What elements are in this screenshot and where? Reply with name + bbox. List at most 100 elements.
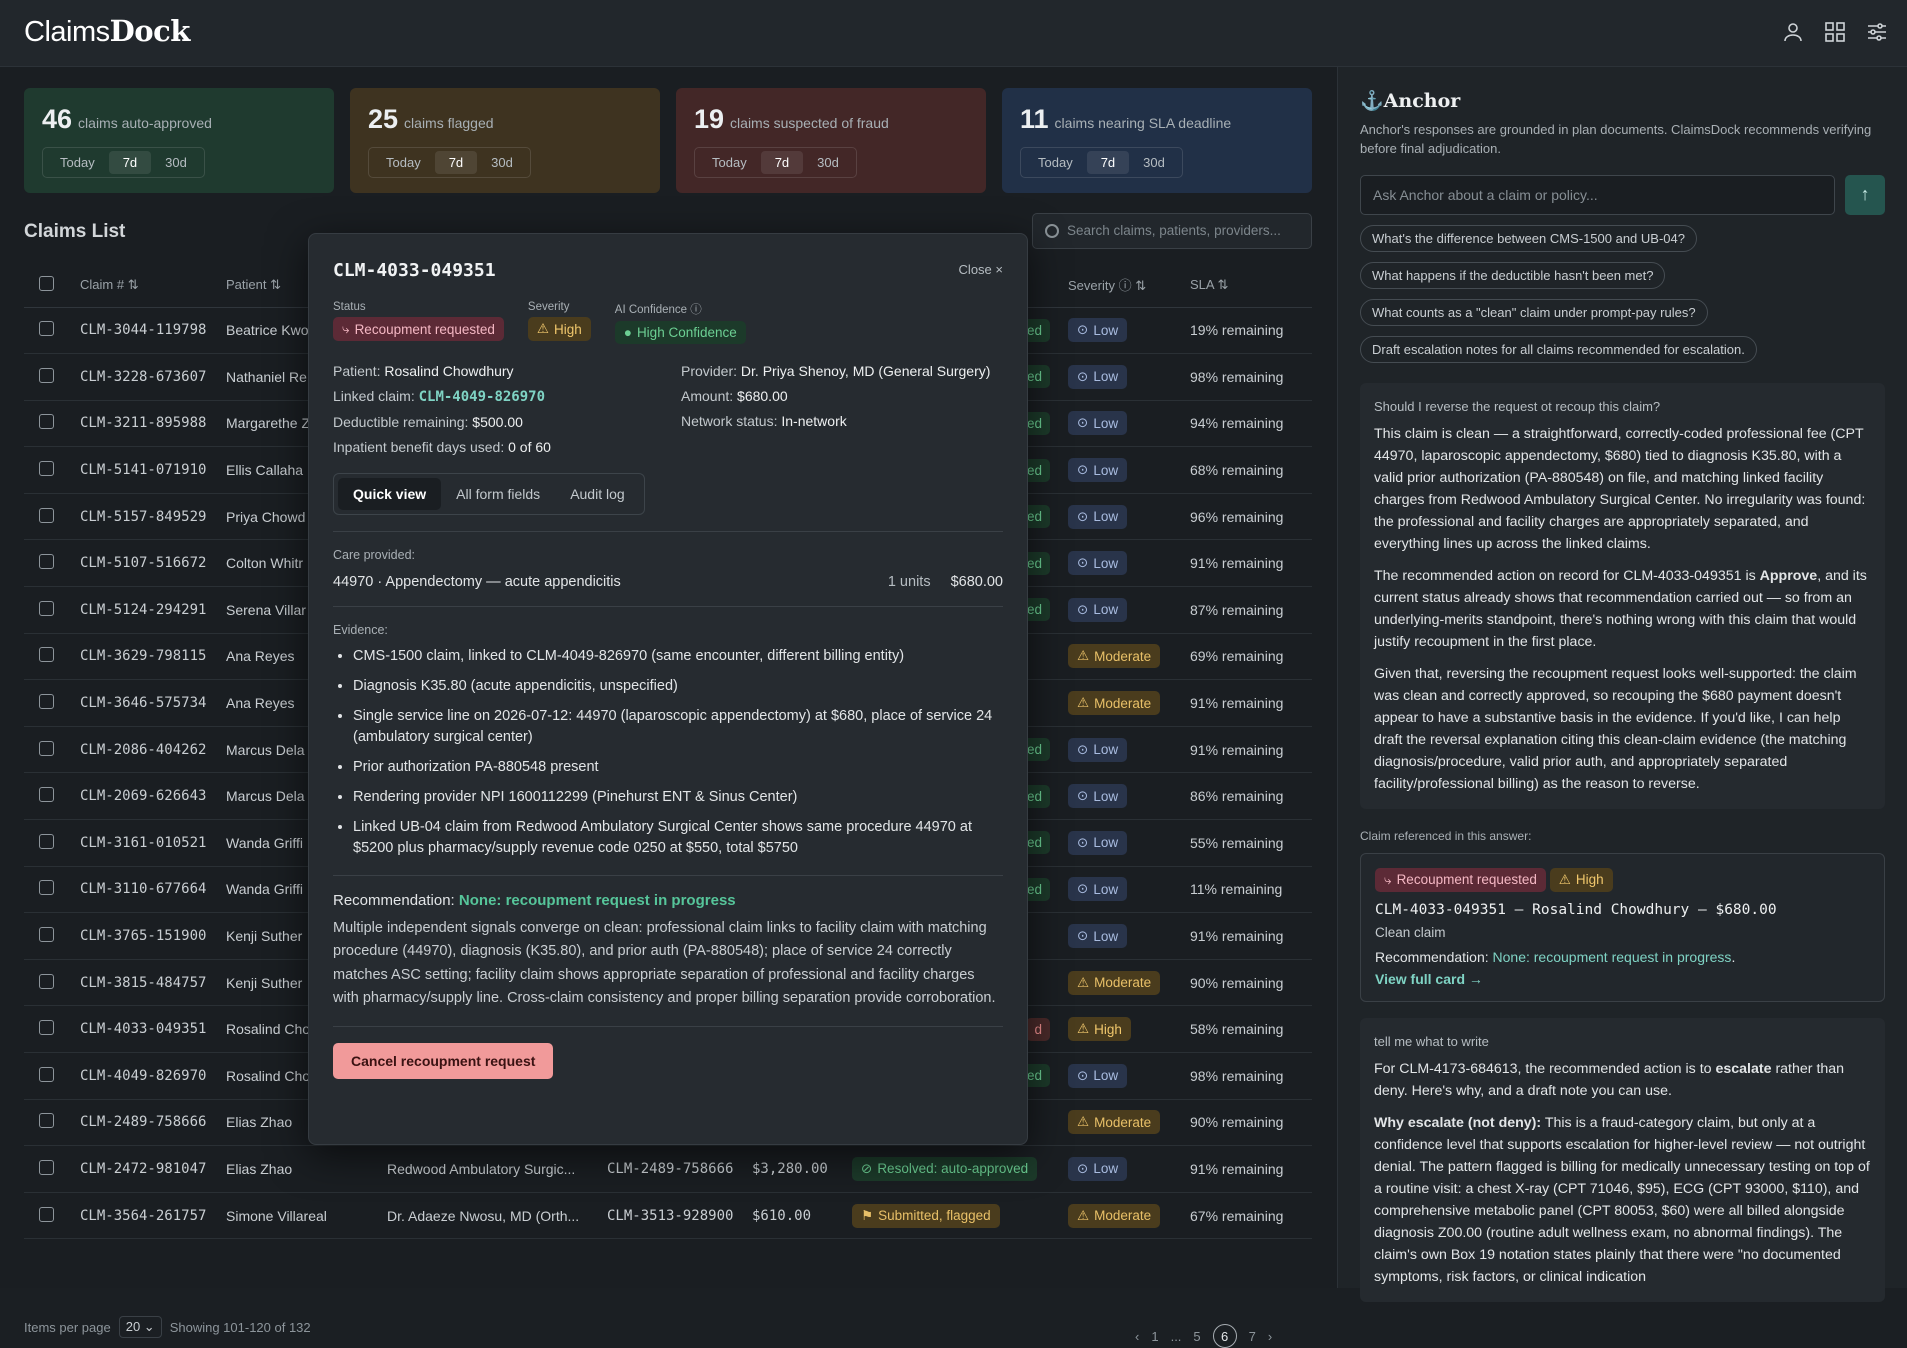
- row-checkbox[interactable]: [39, 1113, 54, 1129]
- claim-id[interactable]: CLM-3228-673607: [80, 353, 226, 401]
- row-checkbox[interactable]: [39, 1159, 54, 1175]
- tab-all-form-fields[interactable]: All form fields: [441, 478, 555, 510]
- row-checkbox[interactable]: [39, 927, 54, 943]
- claim-id[interactable]: CLM-5107-516672: [80, 539, 226, 588]
- range-7d[interactable]: 7d: [760, 151, 804, 174]
- stat-card-sla[interactable]: 11 claims nearing SLA deadline Today 7d 30d: [1002, 88, 1312, 193]
- range-today[interactable]: Today: [46, 151, 109, 174]
- range-30d[interactable]: 30d: [477, 151, 527, 174]
- row-checkbox[interactable]: [39, 880, 54, 896]
- tab-audit-log[interactable]: Audit log: [555, 478, 639, 510]
- row-checkbox[interactable]: [39, 367, 54, 383]
- suggestion-chip[interactable]: What counts as a "clean" claim under pro…: [1360, 298, 1708, 326]
- range-today[interactable]: Today: [698, 151, 761, 174]
- table-row[interactable]: CLM-2472-981047 Elias Zhao Redwood Ambul…: [24, 1145, 1312, 1193]
- row-checkbox[interactable]: [39, 1020, 54, 1036]
- row-checkbox[interactable]: [39, 694, 54, 710]
- send-button[interactable]: ↑: [1845, 174, 1885, 215]
- claim-id[interactable]: CLM-2086-404262: [80, 726, 226, 774]
- range-7d[interactable]: 7d: [434, 151, 478, 174]
- view-full-card-link[interactable]: View full card →: [1375, 971, 1870, 987]
- scan-icon[interactable]: [1823, 20, 1847, 44]
- page-1[interactable]: 1: [1151, 1329, 1158, 1344]
- severity-badge: ⊙ Low: [1068, 877, 1128, 902]
- stat-card-flagged[interactable]: 25 claims flagged Today 7d 30d: [350, 88, 660, 193]
- cancel-recoupment-button[interactable]: Cancel recoupment request: [333, 1042, 554, 1079]
- range-toggle: Today 7d 30d: [368, 147, 531, 178]
- claim-id[interactable]: CLM-3564-261757: [80, 1192, 226, 1240]
- claim-id[interactable]: CLM-3629-798115: [80, 633, 226, 681]
- ask-anchor-input[interactable]: Ask Anchor about a claim or policy...: [1360, 174, 1836, 215]
- claim-id[interactable]: CLM-5141-071910: [80, 446, 226, 494]
- linked-claim[interactable]: CLM-3513-928900: [607, 1192, 752, 1240]
- range-7d[interactable]: 7d: [108, 151, 152, 174]
- claim-id[interactable]: CLM-3044-119798: [80, 307, 226, 355]
- app-logo[interactable]: ClaimsDock: [24, 14, 190, 49]
- range-today[interactable]: Today: [372, 151, 435, 174]
- col-claim[interactable]: Claim # ⇅: [80, 263, 226, 308]
- info-icon[interactable]: ⓘ: [690, 304, 702, 316]
- claim-id[interactable]: CLM-2069-626643: [80, 772, 226, 821]
- range-30d[interactable]: 30d: [1129, 151, 1179, 174]
- row-checkbox[interactable]: [39, 600, 54, 616]
- sla-value: 67% remaining: [1190, 1192, 1312, 1240]
- claim-id[interactable]: CLM-3815-484757: [80, 959, 226, 1007]
- page-5[interactable]: 5: [1193, 1329, 1200, 1344]
- page-7[interactable]: 7: [1249, 1329, 1256, 1344]
- range-today[interactable]: Today: [1024, 151, 1087, 174]
- severity-badge: ⊙ Low: [1068, 318, 1128, 343]
- range-30d[interactable]: 30d: [151, 151, 201, 174]
- suggestion-chip[interactable]: What's the difference between CMS-1500 a…: [1360, 224, 1697, 252]
- suggestion-chip[interactable]: What happens if the deductible hasn't be…: [1360, 261, 1666, 289]
- close-button[interactable]: Close ×: [959, 262, 1003, 277]
- table-row[interactable]: CLM-3564-261757 Simone Villareal Dr. Ada…: [24, 1192, 1312, 1240]
- items-per-page-select[interactable]: 20 ⌄: [118, 1316, 162, 1338]
- row-checkbox[interactable]: [39, 740, 54, 756]
- row-checkbox[interactable]: [39, 554, 54, 570]
- select-all-checkbox[interactable]: [39, 275, 54, 291]
- claim-id[interactable]: CLM-5157-849529: [80, 493, 226, 541]
- row-checkbox[interactable]: [39, 787, 54, 803]
- row-checkbox[interactable]: [39, 1206, 54, 1222]
- page-6[interactable]: 6: [1212, 1324, 1237, 1348]
- status-badge: ⚑ Submitted, flagged: [852, 1203, 1000, 1228]
- range-7d[interactable]: 7d: [1086, 151, 1130, 174]
- claim-id[interactable]: CLM-4033-049351: [80, 1005, 226, 1053]
- range-30d[interactable]: 30d: [803, 151, 853, 174]
- stat-card-fraud[interactable]: 19 claims suspected of fraud Today 7d 30d: [676, 88, 986, 193]
- claim-id[interactable]: CLM-4049-826970: [80, 1052, 226, 1100]
- row-checkbox[interactable]: [39, 461, 54, 477]
- linked-claim[interactable]: CLM-2489-758666: [607, 1145, 752, 1193]
- row-checkbox[interactable]: [39, 321, 54, 337]
- col-severity[interactable]: Severity ⓘ ⇅: [1068, 263, 1190, 308]
- claim-id[interactable]: CLM-3646-575734: [80, 679, 226, 727]
- row-checkbox[interactable]: [39, 507, 54, 523]
- circle-icon: ⊙: [1077, 741, 1089, 757]
- stat-card-auto-approved[interactable]: 46 claims auto-approved Today 7d 30d: [24, 88, 334, 193]
- anchor-assistant-panel: ⚓Anchor Anchor's responses are grounded …: [1337, 67, 1907, 1302]
- claim-id[interactable]: CLM-3110-677664: [80, 866, 226, 914]
- sla-value: 96% remaining: [1190, 493, 1312, 541]
- claim-id[interactable]: CLM-2489-758666: [80, 1099, 226, 1147]
- row-checkbox[interactable]: [39, 414, 54, 430]
- tab-quick-view[interactable]: Quick view: [338, 478, 442, 510]
- suggestion-chip[interactable]: Draft escalation notes for all claims re…: [1360, 335, 1757, 363]
- settings-sliders-icon[interactable]: [1865, 20, 1889, 44]
- claim-id[interactable]: CLM-5124-294291: [80, 586, 226, 634]
- row-checkbox[interactable]: [39, 647, 54, 663]
- claims-search-input[interactable]: Search claims, patients, providers...: [1032, 213, 1312, 249]
- row-checkbox[interactable]: [39, 1066, 54, 1082]
- linked-claim-link[interactable]: CLM-4049-826970: [419, 389, 545, 405]
- user-icon[interactable]: [1781, 20, 1805, 44]
- row-checkbox[interactable]: [39, 973, 54, 989]
- row-checkbox[interactable]: [39, 833, 54, 849]
- warning-icon: ⚠: [1077, 695, 1090, 711]
- next-page-icon[interactable]: ›: [1268, 1329, 1272, 1344]
- col-sla[interactable]: SLA ⇅: [1190, 263, 1312, 308]
- sla-value: 86% remaining: [1190, 772, 1312, 821]
- claim-id[interactable]: CLM-3161-010521: [80, 819, 226, 867]
- prev-page-icon[interactable]: ‹: [1135, 1329, 1139, 1344]
- claim-id[interactable]: CLM-2472-981047: [80, 1145, 226, 1193]
- claim-id[interactable]: CLM-3765-151900: [80, 912, 226, 960]
- claim-id[interactable]: CLM-3211-895988: [80, 400, 226, 448]
